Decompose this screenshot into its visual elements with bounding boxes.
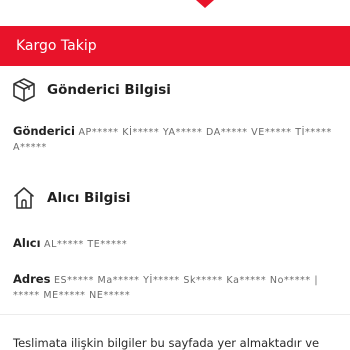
package-icon xyxy=(12,77,36,103)
dropdown-pointer-icon xyxy=(196,0,214,8)
recipient-field: Alıcı AL***** TE***** xyxy=(13,236,347,252)
recipient-value: AL***** TE***** xyxy=(44,239,128,250)
recipient-section-title: Alıcı Bilgisi xyxy=(47,190,131,206)
delivery-info-note: Teslimata ilişkin bilgiler bu sayfada ye… xyxy=(13,336,320,350)
section-divider xyxy=(0,314,350,315)
sender-section-title: Gönderici Bilgisi xyxy=(47,82,171,98)
page-title: Kargo Takip xyxy=(16,38,97,54)
recipient-label: Alıcı xyxy=(13,236,41,250)
sender-field: Gönderici AP***** Kİ***** YA***** DA****… xyxy=(13,124,347,155)
sender-label: Gönderici xyxy=(13,124,75,138)
cargo-tracking-screen: Kargo Takip Gönderici Bilgisi Gönderici … xyxy=(0,0,350,350)
house-icon xyxy=(12,185,36,211)
header-bar: Kargo Takip xyxy=(0,26,350,66)
top-strip xyxy=(0,0,350,26)
address-value: ES***** Ma***** Yİ***** Sk***** Ka***** … xyxy=(13,275,319,301)
address-field: Adres ES***** Ma***** Yİ***** Sk***** Ka… xyxy=(13,272,347,303)
recipient-section-header: Alıcı Bilgisi xyxy=(12,184,131,212)
sender-section-header: Gönderici Bilgisi xyxy=(12,76,171,104)
address-label: Adres xyxy=(13,272,51,286)
